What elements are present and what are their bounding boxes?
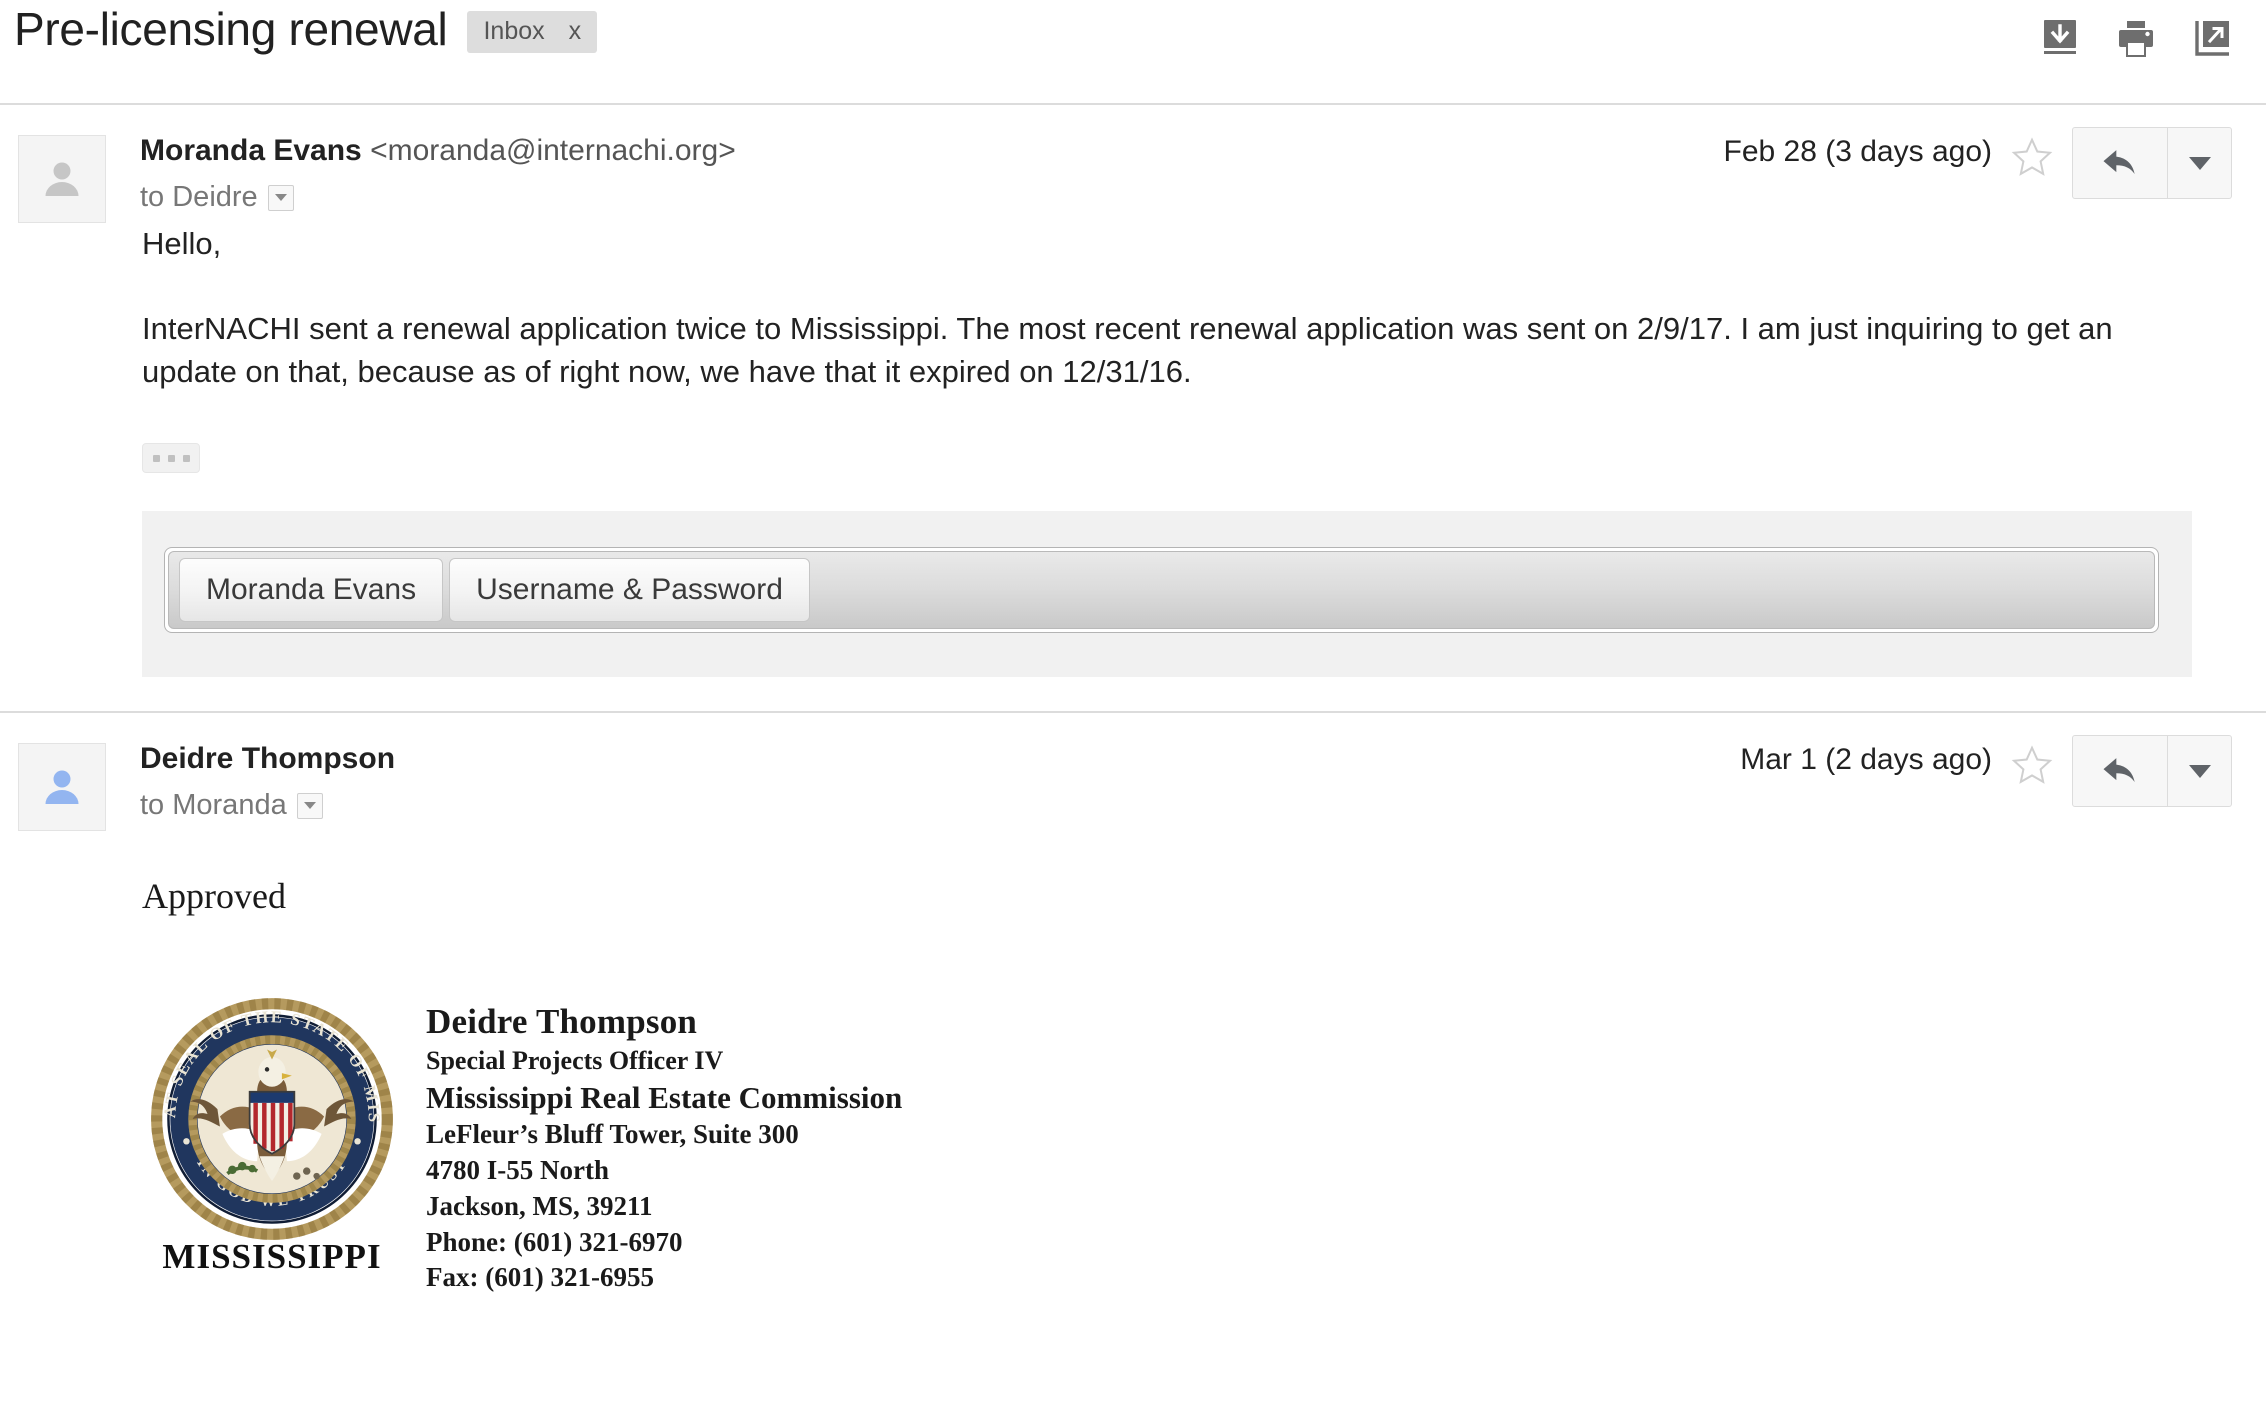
sender-line: Moranda Evans <moranda@internachi.org>: [140, 131, 1724, 170]
email-thread: Pre-licensing renewal Inbox x Moranda Ev…: [0, 0, 2266, 1410]
message-1-actions: Feb 28 (3 days ago): [1723, 127, 2232, 223]
reply-button-group: [2072, 735, 2232, 808]
signature-address-2: 4780 I-55 North: [426, 1154, 609, 1185]
body-paragraph: InterNACHI sent a renewal application tw…: [142, 310, 2113, 389]
body-paragraph: Hello,: [142, 226, 222, 261]
avatar: [18, 135, 106, 223]
message-date: Mar 1 (2 days ago): [1740, 743, 1992, 777]
subject-left-group: Pre-licensing renewal Inbox x: [14, 0, 598, 55]
more-options-chevron-down-icon[interactable]: [2167, 736, 2231, 807]
recipient-label: to Moranda: [140, 789, 287, 822]
star-icon[interactable]: [2010, 135, 2054, 184]
signature-phone: Phone: (601) 321-6970: [426, 1226, 683, 1257]
embedded-content-panel: Moranda Evans Username & Password: [142, 511, 2192, 678]
message-1-header: Moranda Evans <moranda@internachi.org> t…: [0, 105, 2232, 223]
message-2-meta: Deidre Thompson to Moranda: [140, 739, 1740, 831]
label-chip-inbox[interactable]: Inbox x: [467, 11, 598, 53]
mississippi-state-seal-icon: THE GREAT SEAL OF THE STATE OF MISSISSIP…: [148, 995, 396, 1277]
sender-line: Deidre Thompson: [140, 739, 1740, 778]
more-options-chevron-down-icon[interactable]: [2167, 128, 2231, 198]
message-2: Deidre Thompson to Moranda Mar 1 (2 days…: [0, 713, 2266, 1296]
signature-role: Special Projects Officer IV: [426, 1045, 724, 1075]
signature-address-1: LeFleur’s Bluff Tower, Suite 300: [426, 1118, 799, 1149]
signature-name: Deidre Thompson: [426, 1002, 698, 1042]
reply-button[interactable]: [2073, 736, 2167, 806]
star-icon[interactable]: [2010, 743, 2054, 792]
print-icon[interactable]: [2116, 18, 2156, 58]
sender-email: <moranda@internachi.org>: [370, 134, 736, 167]
recipient-details-chevron-down-icon[interactable]: [267, 184, 294, 211]
page-title: Pre-licensing renewal: [14, 3, 448, 55]
signature-text: Deidre Thompson Special Projects Officer…: [426, 995, 902, 1296]
embedded-toolbar-outer: Moranda Evans Username & Password: [164, 547, 2159, 634]
message-1-body: Hello, InterNACHI sent a renewal applica…: [0, 223, 2232, 678]
recipient-line: to Deidre: [140, 181, 1724, 214]
toolbar-button-username-password[interactable]: Username & Password: [449, 558, 810, 623]
reply-button-group: [2072, 127, 2232, 199]
label-chip-text: Inbox: [483, 17, 545, 45]
body-paragraph: Approved: [142, 876, 286, 917]
recipient-details-chevron-down-icon[interactable]: [296, 792, 323, 819]
message-date: Feb 28 (3 days ago): [1723, 135, 1993, 168]
dot: [167, 454, 175, 462]
subject-bar: Pre-licensing renewal Inbox x: [0, 0, 2266, 103]
embedded-toolbar: Moranda Evans Username & Password: [168, 551, 2155, 630]
message-2-header: Deidre Thompson to Moranda Mar 1 (2 days…: [0, 713, 2232, 832]
recipient-label: to Deidre: [140, 181, 258, 213]
subject-actions: [2040, 0, 2232, 58]
dot: [152, 454, 160, 462]
label-remove-icon[interactable]: x: [569, 19, 582, 44]
open-in-new-window-icon[interactable]: [2192, 18, 2232, 58]
sender-name: Moranda Evans: [140, 134, 362, 167]
message-1-meta: Moranda Evans <moranda@internachi.org> t…: [140, 131, 1724, 223]
signature-block: THE GREAT SEAL OF THE STATE OF MISSISSIP…: [0, 917, 2232, 1296]
signature-fax: Fax: (601) 321-6955: [426, 1262, 654, 1293]
message-1: Moranda Evans <moranda@internachi.org> t…: [0, 105, 2266, 678]
download-icon[interactable]: [2040, 18, 2080, 58]
toolbar-button-moranda-evans[interactable]: Moranda Evans: [179, 558, 444, 623]
sender-name: Deidre Thompson: [140, 742, 396, 776]
dot: [182, 454, 190, 462]
message-2-actions: Mar 1 (2 days ago): [1740, 735, 2232, 831]
seal-caption: MISSISSIPPI: [162, 1237, 382, 1277]
signature-organization: Mississippi Real Estate Commission: [426, 1079, 903, 1115]
reply-button[interactable]: [2073, 128, 2167, 198]
avatar: [18, 743, 106, 832]
show-trimmed-content-button[interactable]: [142, 443, 200, 474]
signature-address-3: Jackson, MS, 39211: [426, 1190, 653, 1221]
recipient-line: to Moranda: [140, 789, 1740, 822]
